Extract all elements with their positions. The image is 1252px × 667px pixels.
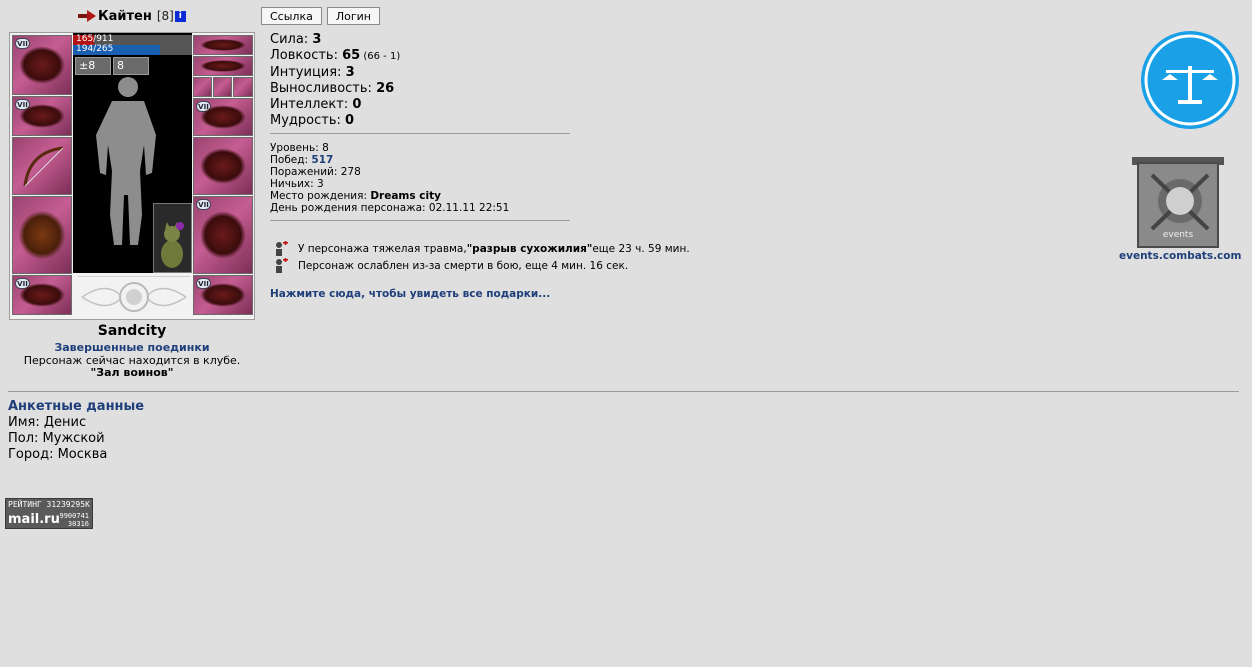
grade-badge: VII xyxy=(196,199,211,210)
profile-name: Имя: Денис xyxy=(8,415,87,430)
birthplace-row: Место рождения: Dreams city xyxy=(270,190,509,202)
clan-emblem-icon xyxy=(78,276,190,312)
club-location: Персонаж сейчас находится в клубе. "Зал … xyxy=(9,355,255,379)
trauma-name: "разрыв сухожилия" xyxy=(466,242,593,255)
trauma-time: еще 23 ч. 59 мин. xyxy=(592,242,690,255)
stat-label: Сила: xyxy=(270,32,313,47)
belt-slot[interactable]: VII xyxy=(12,275,72,315)
trauma-text: У персонажа тяжелая травма, xyxy=(298,242,467,255)
rating-numbers: 9900741 30316 xyxy=(59,512,89,528)
stat-value: 26 xyxy=(376,81,395,96)
link-button[interactable]: Ссылка xyxy=(261,7,322,25)
stat-row: Сила: 3 xyxy=(270,32,400,48)
stat-row: Интеллект: 0 xyxy=(270,97,400,113)
wins-value[interactable]: 517 xyxy=(311,154,333,166)
section-divider xyxy=(8,391,1239,392)
profile-title: Анкетные данные xyxy=(8,399,145,414)
buff-icon[interactable]: ±8 xyxy=(75,57,111,75)
amulet-slot[interactable] xyxy=(193,56,253,76)
cat-icon xyxy=(161,222,184,268)
stat-row: Ловкость: 65 (66 - 1) xyxy=(270,48,400,65)
effects-list: У персонажа тяжелая травма, "разрыв сухо… xyxy=(270,240,690,274)
info-icon[interactable]: i xyxy=(174,10,186,22)
pet-slot[interactable] xyxy=(153,203,192,273)
rating-top: РЕЙТИНГ 31239295К xyxy=(8,500,90,509)
character-header: Кайтен [8] i xyxy=(78,7,186,25)
stat-value: 0 xyxy=(352,97,362,112)
stat-label: Интеллект: xyxy=(270,97,353,112)
city-name: Sandcity xyxy=(97,323,167,339)
character-level: [8] xyxy=(156,9,174,23)
events-banner-icon[interactable]: events xyxy=(1128,155,1228,250)
profile-data: Анкетные данные Имя: Денис Пол: Мужской … xyxy=(8,399,144,463)
top-buttons: Ссылка Логин xyxy=(261,7,380,25)
stat-value: 3 xyxy=(345,65,355,80)
events-link[interactable]: events.combats.com xyxy=(1119,250,1241,262)
stat-label: Выносливость: xyxy=(270,81,377,96)
profile-city: Город: Москва xyxy=(8,447,108,462)
club-name: "Зал воинов" xyxy=(90,366,174,379)
mana-text: 194/265 xyxy=(76,44,114,54)
login-button[interactable]: Логин xyxy=(326,7,380,25)
level-text: Уровень: 8 xyxy=(270,142,329,154)
stat-label: Мудрость: xyxy=(270,113,345,128)
arrow-right-icon xyxy=(78,10,96,22)
stats-list: Сила: 3 Ловкость: 65 (66 - 1) Интуиция: … xyxy=(270,32,400,129)
gloves-slot[interactable]: VII xyxy=(193,98,253,136)
weakened-row: Персонаж ослаблен из-за смерти в бою, ещ… xyxy=(270,257,690,274)
gifts-link[interactable]: Нажмите сюда, чтобы увидеть все подарки.… xyxy=(270,288,550,300)
stat-value: 0 xyxy=(345,113,355,128)
trauma-icon xyxy=(276,240,288,256)
character-info: Уровень: 8 Побед: 517 Поражений: 278 Нич… xyxy=(270,142,509,214)
rating-num2: 30316 xyxy=(67,520,89,528)
quiver-slot[interactable] xyxy=(193,137,253,195)
weakened-text: Персонаж ослаблен из-за смерти в бою, ещ… xyxy=(298,259,629,272)
buff-list: ±8 8 xyxy=(75,57,149,75)
profile-sex: Пол: Мужской xyxy=(8,431,105,446)
birthplace-value: Dreams city xyxy=(370,190,441,202)
earring-slot[interactable] xyxy=(193,35,253,55)
trauma-row: У персонажа тяжелая травма, "разрыв сухо… xyxy=(270,240,690,257)
stat-label: Интуиция: xyxy=(270,65,346,80)
stat-row: Мудрость: 0 xyxy=(270,113,400,129)
stat-row: Выносливость: 26 xyxy=(270,81,400,97)
divider xyxy=(270,220,570,221)
stat-label: Ловкость: xyxy=(270,48,343,63)
ring-slot[interactable] xyxy=(233,77,253,97)
birthday-text: День рождения персонажа: 02.11.11 22:51 xyxy=(270,202,510,214)
character-name[interactable]: Кайтен xyxy=(98,9,152,24)
finished-fights-link[interactable]: Завершенные поединки xyxy=(54,341,209,354)
losses-text: Поражений: 278 xyxy=(270,166,361,178)
weakened-icon xyxy=(276,257,288,273)
mailru-logo: mail.ru xyxy=(8,512,60,527)
birthplace-label: Место рождения: xyxy=(270,190,371,202)
mailru-rating-counter[interactable]: РЕЙТИНГ 31239295К mail.ru 9900741 30316 xyxy=(5,498,93,529)
stat-row: Интуиция: 3 xyxy=(270,65,400,81)
rating-num1: 9900741 xyxy=(59,512,89,520)
wins-row: Побед: 517 xyxy=(270,154,509,166)
ring-slot[interactable] xyxy=(213,77,232,97)
events-banner-text: events xyxy=(1163,230,1194,240)
pants-slot[interactable]: VII xyxy=(193,196,253,274)
boots-slot[interactable]: VII xyxy=(193,275,253,315)
wins-label: Побед: xyxy=(270,154,312,166)
stat-extra: (66 - 1) xyxy=(360,51,401,62)
mana-bar: 194/265 xyxy=(73,44,192,55)
stat-value: 65 xyxy=(342,48,361,63)
ring-slot[interactable] xyxy=(193,77,212,97)
character-panel: VII VII VII 165/911 194/265 ±8 8 xyxy=(9,32,255,320)
stat-value: 3 xyxy=(312,32,322,47)
draws-text: Ничьих: 3 xyxy=(270,178,324,190)
divider xyxy=(270,133,570,134)
buff-icon[interactable]: 8 xyxy=(113,57,149,75)
balance-scales-icon[interactable] xyxy=(1140,30,1240,130)
